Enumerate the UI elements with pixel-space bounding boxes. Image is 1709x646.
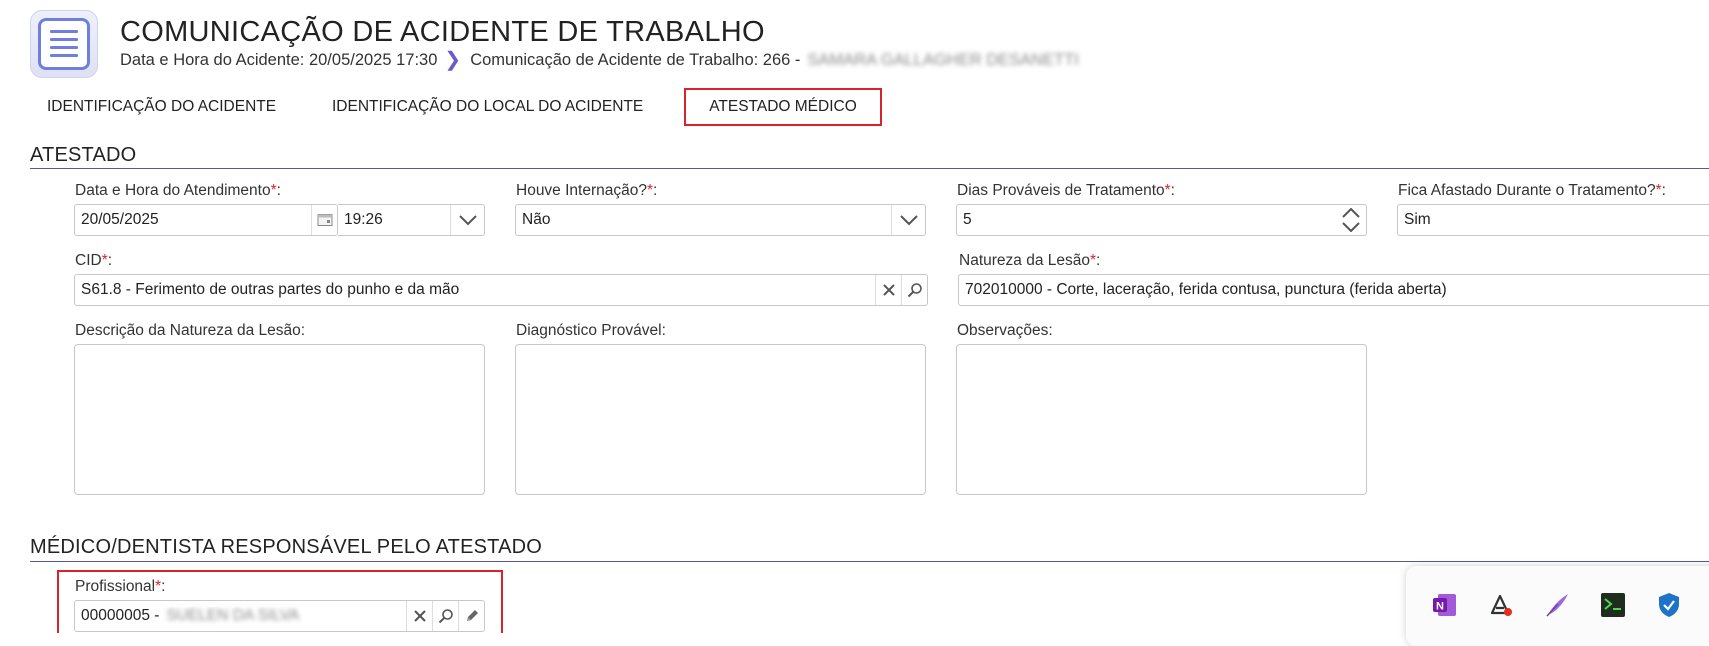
diagnostico-textarea[interactable] <box>515 344 926 495</box>
feather-pen-icon[interactable] <box>1544 592 1570 618</box>
section-divider <box>30 561 1709 562</box>
edit-pencil-icon[interactable] <box>458 601 484 631</box>
defender-shield-icon[interactable] <box>1656 592 1682 618</box>
system-tray-flyout: N <box>1406 566 1709 646</box>
svg-text:N: N <box>1436 601 1444 613</box>
label-diagnostico: Diagnóstico Provável: <box>516 322 666 339</box>
profissional-lookup[interactable]: 00000005 - SUELEN DA SILVA <box>74 600 485 632</box>
section-title-atestado: ATESTADO <box>30 144 137 166</box>
natureza-lesao-lookup[interactable]: 702010000 - Corte, laceração, ferida con… <box>958 274 1709 306</box>
date-field[interactable]: 20/05/2025 <box>74 204 338 236</box>
label-profissional: Profissional*: <box>75 578 166 595</box>
clear-icon[interactable] <box>875 275 901 305</box>
houve-internacao-select[interactable]: Não <box>515 204 926 236</box>
chevron-down-icon[interactable] <box>891 205 925 235</box>
label-descricao-natureza: Descrição da Natureza da Lesão: <box>75 322 306 339</box>
chevron-up-icon[interactable] <box>1342 208 1360 218</box>
tab-identificacao-local[interactable]: IDENTIFICAÇÃO DO LOCAL DO ACIDENTE <box>320 88 655 126</box>
cid-lookup[interactable]: S61.8 - Ferimento de outras partes do pu… <box>74 274 928 306</box>
label-cid: CID*: <box>75 252 113 269</box>
breadcrumb: Data e Hora do Acidente: 20/05/2025 17:3… <box>120 50 1079 70</box>
app-icon <box>30 10 98 78</box>
chevron-down-icon[interactable] <box>1342 222 1360 232</box>
label-observacoes: Observações: <box>957 322 1053 339</box>
search-icon[interactable] <box>901 275 927 305</box>
breadcrumb-accident-datetime[interactable]: Data e Hora do Acidente: 20/05/2025 17:3… <box>120 51 437 70</box>
fica-afastado-value: Sim <box>1404 211 1431 228</box>
tab-atestado-medico[interactable]: ATESTADO MÉDICO <box>684 88 882 126</box>
onenote-icon[interactable]: N <box>1432 592 1458 618</box>
descricao-natureza-textarea[interactable] <box>74 344 485 495</box>
section-divider <box>30 168 1709 169</box>
search-icon[interactable] <box>432 601 458 631</box>
dias-provaveis-stepper[interactable]: 5 <box>956 204 1367 236</box>
label-houve-internacao: Houve Internação?*: <box>516 182 658 199</box>
chevron-down-icon[interactable] <box>450 205 484 235</box>
label-fica-afastado: Fica Afastado Durante o Tratamento?*: <box>1398 182 1666 199</box>
calendar-icon[interactable] <box>311 205 337 235</box>
redacted-employee-name: SAMARA GALLAGHER DESANETTI <box>807 50 1079 69</box>
time-value: 19:26 <box>344 211 383 228</box>
terminal-app-icon[interactable] <box>1600 592 1626 618</box>
breadcrumb-communication: Comunicação de Acidente de Trabalho: 266… <box>470 50 801 69</box>
cid-value: S61.8 - Ferimento de outras partes do pu… <box>81 281 460 298</box>
observacoes-textarea[interactable] <box>956 344 1367 495</box>
clear-icon[interactable] <box>406 601 432 631</box>
profissional-code: 00000005 - <box>81 607 160 624</box>
label-data-hora-atendimento: Data e Hora do Atendimento*: <box>75 182 281 199</box>
stepper-buttons[interactable] <box>1336 205 1366 235</box>
chevron-right-icon: ❯ <box>444 49 462 71</box>
houve-internacao-value: Não <box>522 211 551 228</box>
natureza-lesao-value: 702010000 - Corte, laceração, ferida con… <box>965 281 1447 298</box>
tab-identificacao-acidente[interactable]: IDENTIFICAÇÃO DO ACIDENTE <box>35 88 288 126</box>
adobe-acrobat-icon[interactable] <box>1488 592 1514 618</box>
redacted-profissional-name: SUELEN DA SILVA <box>166 607 300 624</box>
time-select[interactable]: 19:26 <box>338 204 485 236</box>
label-dias-provaveis: Dias Prováveis de Tratamento*: <box>957 182 1175 199</box>
date-value: 20/05/2025 <box>81 211 159 228</box>
label-natureza-lesao: Natureza da Lesão*: <box>959 252 1101 269</box>
fica-afastado-select[interactable]: Sim <box>1397 204 1709 236</box>
dias-provaveis-value: 5 <box>963 211 972 228</box>
section-title-medico: MÉDICO/DENTISTA RESPONSÁVEL PELO ATESTAD… <box>30 536 543 558</box>
page-title: COMUNICAÇÃO DE ACIDENTE DE TRABALHO <box>120 16 765 48</box>
tab-bar: IDENTIFICAÇÃO DO ACIDENTE IDENTIFICAÇÃO … <box>0 88 1709 128</box>
